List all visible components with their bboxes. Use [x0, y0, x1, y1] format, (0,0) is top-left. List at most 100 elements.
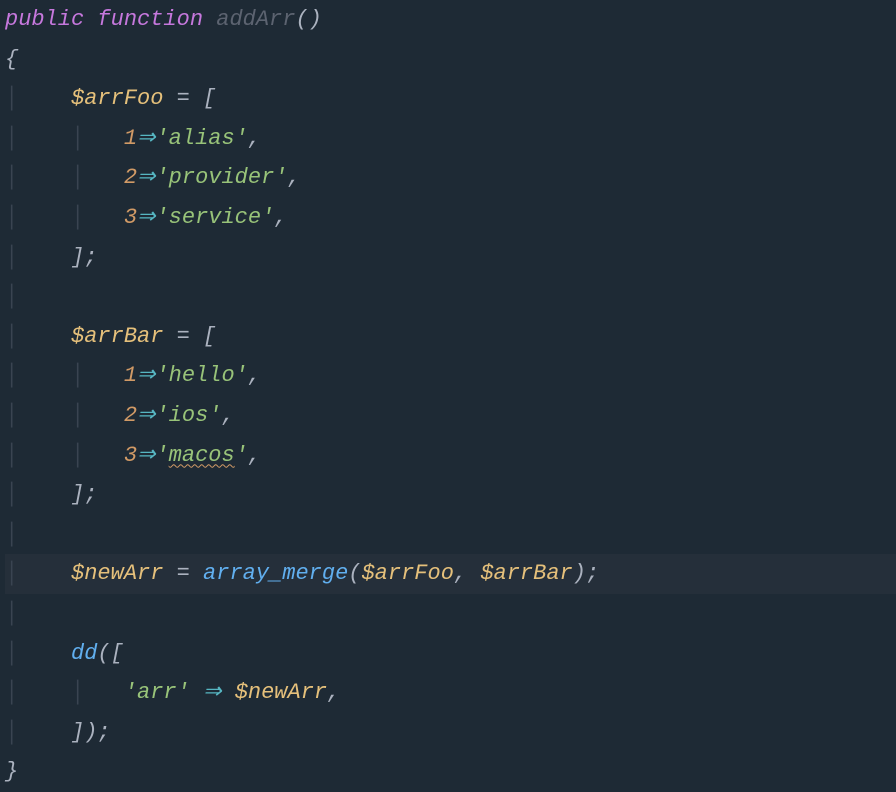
keyword-public: public: [5, 7, 84, 32]
variable: $arrBar: [71, 324, 163, 349]
string: 'hello': [155, 363, 247, 388]
code-line: │ ]);: [5, 713, 896, 753]
paren-close: ): [84, 720, 97, 745]
bracket-open: [: [203, 86, 216, 111]
bracket-close: ]: [71, 482, 84, 507]
comma: ,: [274, 205, 287, 230]
code-line: │ │ 1⇒'hello',: [5, 356, 896, 396]
string-quote: ': [235, 443, 248, 468]
number: 3: [124, 205, 137, 230]
string: 'service': [155, 205, 274, 230]
variable: $arrFoo: [71, 86, 163, 111]
indent-guide: │: [5, 720, 18, 745]
bracket-close: ]: [71, 720, 84, 745]
semicolon: ;: [97, 720, 110, 745]
bracket-close: ]: [71, 245, 84, 270]
comma: ,: [248, 363, 261, 388]
arrow-operator: ⇒: [137, 363, 155, 388]
indent-guide: │: [71, 443, 84, 468]
brace-close: }: [5, 759, 18, 784]
string-quote: ': [155, 443, 168, 468]
number: 1: [124, 126, 137, 151]
operator-equals: =: [177, 561, 190, 586]
semicolon: ;: [84, 482, 97, 507]
variable: $arrBar: [480, 561, 572, 586]
indent-guide: │: [5, 86, 18, 111]
comma: ,: [221, 403, 234, 428]
code-line: │ ];: [5, 475, 896, 515]
code-line: │: [5, 515, 896, 555]
method-name: addArr: [216, 7, 295, 32]
indent-guide: │: [5, 165, 18, 190]
keyword-function: function: [97, 7, 203, 32]
comma: ,: [248, 443, 261, 468]
string: 'provider': [155, 165, 287, 190]
semicolon: ;: [586, 561, 599, 586]
string: 'alias': [155, 126, 247, 151]
indent-guide: │: [5, 324, 18, 349]
function-call: dd: [71, 641, 97, 666]
paren-open: (: [348, 561, 361, 586]
operator-equals: =: [177, 86, 190, 111]
code-editor[interactable]: public function addArr() { │ $arrFoo = […: [0, 0, 896, 792]
code-line: │ │ 'arr' ⇒ $newArr,: [5, 673, 896, 713]
indent-guide: │: [5, 443, 18, 468]
indent-guide: │: [5, 482, 18, 507]
arrow-operator: ⇒: [137, 205, 155, 230]
number: 3: [124, 443, 137, 468]
code-line: │: [5, 277, 896, 317]
code-line: │ │ 2⇒'ios',: [5, 396, 896, 436]
indent-guide: │: [5, 680, 18, 705]
indent-guide: │: [5, 561, 18, 586]
comma: ,: [248, 126, 261, 151]
brace-open: {: [5, 47, 18, 72]
number: 1: [124, 363, 137, 388]
arrow-operator: ⇒: [203, 680, 221, 705]
indent-guide: │: [71, 126, 84, 151]
operator-equals: =: [177, 324, 190, 349]
code-line: {: [5, 40, 896, 80]
indent-guide: │: [5, 245, 18, 270]
indent-guide: │: [5, 126, 18, 151]
indent-guide: │: [71, 205, 84, 230]
variable: $newArr: [71, 561, 163, 586]
paren-close: ): [309, 7, 322, 32]
code-line: │ ];: [5, 238, 896, 278]
code-line: │ dd([: [5, 634, 896, 674]
semicolon: ;: [84, 245, 97, 270]
code-line: │ $arrFoo = [: [5, 79, 896, 119]
bracket-open: [: [203, 324, 216, 349]
comma: ,: [288, 165, 301, 190]
variable: $arrFoo: [361, 561, 453, 586]
arrow-operator: ⇒: [137, 165, 155, 190]
string-typo: macos: [169, 443, 235, 468]
indent-guide: │: [5, 641, 18, 666]
indent-guide: │: [5, 403, 18, 428]
indent-guide: │: [71, 165, 84, 190]
code-line: │ $arrBar = [: [5, 317, 896, 357]
code-line: │ │ 2⇒'provider',: [5, 158, 896, 198]
comma: ,: [454, 561, 467, 586]
code-line: │ │ 3⇒'macos',: [5, 436, 896, 476]
string: 'arr': [124, 680, 190, 705]
indent-guide: │: [71, 680, 84, 705]
comma: ,: [327, 680, 340, 705]
number: 2: [124, 403, 137, 428]
code-line: public function addArr(): [5, 0, 896, 40]
indent-guide: │: [5, 205, 18, 230]
arrow-operator: ⇒: [137, 126, 155, 151]
code-line: }: [5, 752, 896, 792]
indent-guide: │: [71, 403, 84, 428]
indent-guide: │: [5, 522, 18, 547]
arrow-operator: ⇒: [137, 403, 155, 428]
code-line-active: │ $newArr = array_merge($arrFoo, $arrBar…: [5, 554, 896, 594]
indent-guide: │: [5, 284, 18, 309]
bracket-open: [: [111, 641, 124, 666]
paren-open: (: [295, 7, 308, 32]
code-line: │ │ 3⇒'service',: [5, 198, 896, 238]
code-line: │ │ 1⇒'alias',: [5, 119, 896, 159]
indent-guide: │: [5, 601, 18, 626]
string: 'ios': [155, 403, 221, 428]
function-call: array_merge: [203, 561, 348, 586]
indent-guide: │: [71, 363, 84, 388]
